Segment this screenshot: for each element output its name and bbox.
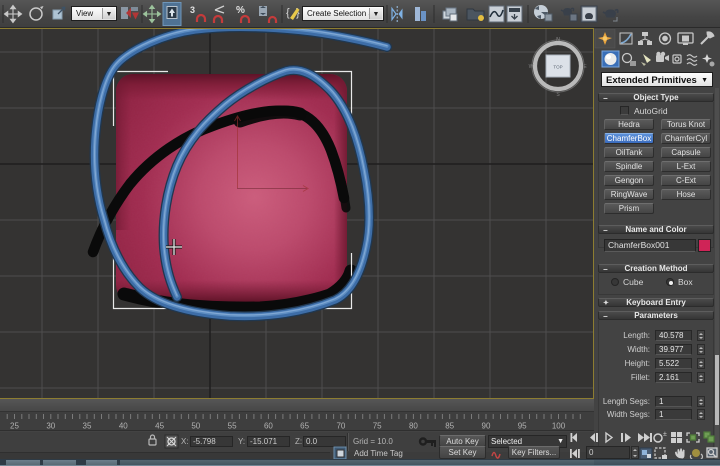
svg-text:W: W — [529, 64, 534, 70]
svg-text:80: 80 — [409, 422, 418, 431]
svg-text:%: % — [236, 5, 245, 16]
svg-text:35: 35 — [83, 422, 92, 431]
svg-text:25: 25 — [10, 422, 19, 431]
svg-text:85: 85 — [445, 422, 454, 431]
svg-text:N: N — [556, 37, 560, 43]
svg-text:30: 30 — [46, 422, 55, 431]
svg-text:TOP: TOP — [553, 65, 562, 70]
svg-text:55: 55 — [228, 422, 237, 431]
svg-text:S: S — [556, 92, 560, 98]
svg-text:45: 45 — [155, 422, 164, 431]
svg-text:95: 95 — [518, 422, 527, 431]
svg-text:{: { — [286, 7, 290, 19]
svg-text:75: 75 — [373, 422, 382, 431]
svg-text:40: 40 — [119, 422, 128, 431]
svg-text:65: 65 — [300, 422, 309, 431]
svg-text:100: 100 — [552, 422, 566, 431]
svg-text:50: 50 — [191, 422, 200, 431]
svg-text:70: 70 — [336, 422, 345, 431]
svg-text:3: 3 — [190, 5, 195, 15]
svg-text:E: E — [583, 64, 587, 70]
svg-text:60: 60 — [264, 422, 273, 431]
svg-text:±: ± — [663, 431, 667, 438]
svg-text:90: 90 — [482, 422, 491, 431]
